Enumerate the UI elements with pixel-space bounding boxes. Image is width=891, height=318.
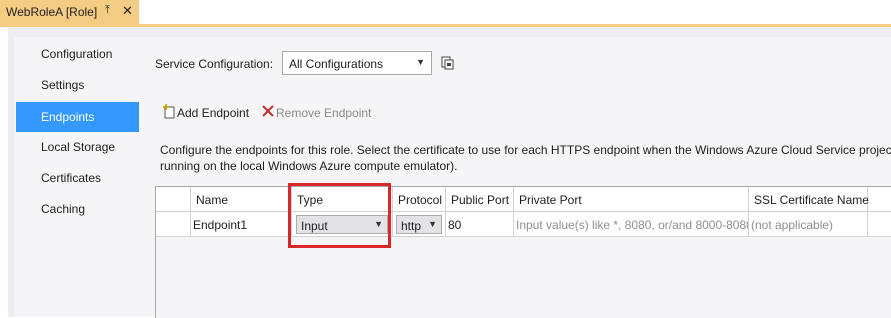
column-header-label: Private Port [519, 193, 582, 207]
service-configuration-value: All Configurations [289, 57, 384, 71]
close-icon[interactable]: ✕ [122, 3, 133, 19]
cell-protocol: http ▼ [393, 212, 446, 236]
cell-ssl-certificate[interactable]: (not applicable) [749, 212, 868, 236]
ssl-certificate-value: (not applicable) [751, 218, 834, 232]
remove-icon [262, 105, 274, 117]
chevron-down-icon: ▼ [428, 219, 437, 229]
remove-endpoint-button[interactable]: Remove Endpoint [262, 104, 374, 122]
chevron-down-icon: ▼ [416, 57, 425, 67]
nav-item-configuration[interactable]: Configuration [16, 40, 139, 69]
description-line-1: Configure the endpoints for this role. S… [160, 143, 891, 157]
endpoints-grid: Name Type Protocol Public Port Private P… [155, 186, 891, 318]
column-header-name[interactable]: Name [191, 187, 292, 211]
grid-header: Name Type Protocol Public Port Private P… [156, 187, 891, 212]
type-column-highlight-box [288, 183, 391, 248]
cell-public-port[interactable]: 80 [446, 212, 514, 236]
add-endpoint-icon [163, 104, 175, 119]
column-header-label: Protocol [398, 193, 443, 207]
document-tab[interactable]: WebRoleA [Role] ⤒ ✕ [0, 0, 139, 26]
document-tab-strip: WebRoleA [Role] ⤒ ✕ [0, 0, 891, 26]
manage-configurations-icon[interactable] [439, 55, 455, 71]
column-header-label: SSL Certificate Name [754, 193, 869, 207]
nav-item-endpoints[interactable]: Endpoints [16, 102, 139, 132]
add-endpoint-button[interactable]: Add Endpoint [163, 104, 253, 122]
nav-item-caching[interactable]: Caching [16, 195, 139, 224]
table-row[interactable]: Endpoint1 Input ▼ http ▼ 80 Input value(… [156, 212, 891, 237]
nav-item-label: Caching [41, 202, 86, 216]
nav-item-label: Configuration [41, 47, 113, 61]
nav-item-settings[interactable]: Settings [16, 71, 139, 100]
endpoints-description: Configure the endpoints for this role. S… [160, 142, 891, 174]
protocol-select[interactable]: http ▼ [396, 215, 442, 234]
column-header-ssl-certificate-name[interactable]: SSL Certificate Name [749, 187, 869, 211]
column-header-label: Public Port [451, 193, 510, 207]
row-header[interactable] [156, 212, 191, 236]
column-header-protocol[interactable]: Protocol [393, 187, 446, 211]
nav-item-label: Endpoints [41, 110, 95, 124]
cell-name[interactable]: Endpoint1 [191, 212, 292, 236]
row-header-corner [156, 187, 191, 211]
remove-endpoint-label: Remove Endpoint [276, 106, 372, 120]
add-endpoint-label: Add Endpoint [177, 106, 250, 120]
nav-item-certificates[interactable]: Certificates [16, 164, 139, 193]
service-configuration-label: Service Configuration: [155, 57, 274, 71]
column-header-private-port[interactable]: Private Port [514, 187, 749, 211]
nav-item-label: Local Storage [41, 140, 116, 154]
pin-icon[interactable]: ⤒ [105, 4, 110, 17]
nav-item-label: Settings [41, 78, 85, 92]
private-port-placeholder: Input value(s) like *, 8080, or/and 8000… [516, 218, 749, 232]
private-port-input[interactable]: Input value(s) like *, 8080, or/and 8000… [514, 212, 749, 236]
nav-item-label: Certificates [41, 171, 102, 185]
column-header-public-port[interactable]: Public Port [446, 187, 514, 211]
document-tab-title: WebRoleA [Role] [6, 5, 98, 19]
service-configuration-select[interactable]: All Configurations ▼ [282, 51, 432, 75]
protocol-select-value: http [401, 219, 422, 233]
endpoint-name-value: Endpoint1 [193, 218, 248, 232]
column-header-label: Name [196, 193, 229, 207]
description-line-2: running on the local Windows Azure compu… [160, 159, 458, 173]
nav-item-local-storage[interactable]: Local Storage [16, 133, 139, 162]
public-port-value: 80 [448, 218, 462, 232]
